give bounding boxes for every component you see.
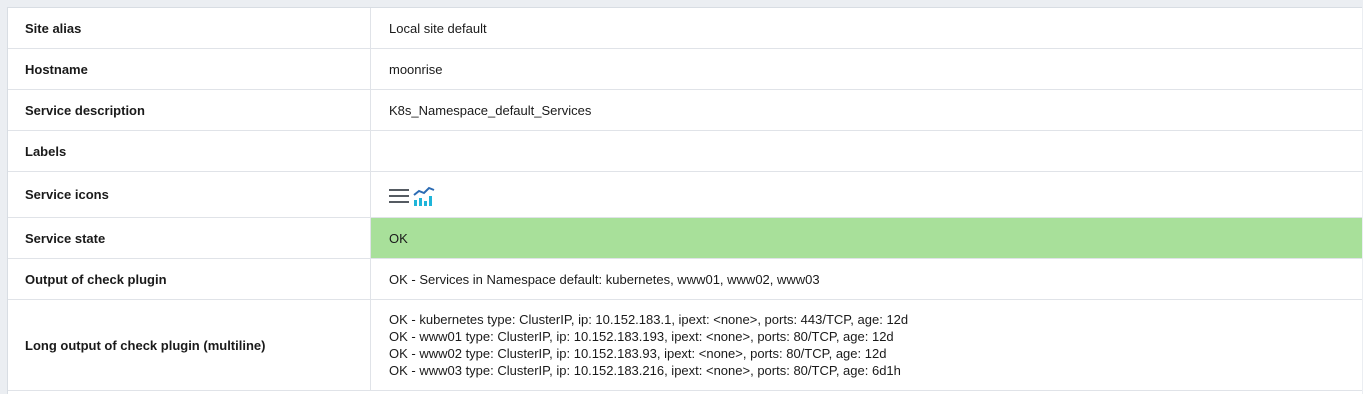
service-description-value[interactable]: K8s_Namespace_default_Services <box>370 89 1362 131</box>
hostname-label: Hostname <box>8 48 371 90</box>
menu-icon[interactable] <box>389 188 409 204</box>
hostname-value[interactable]: moonrise <box>370 48 1362 90</box>
row-output: Output of check plugin OK - Services in … <box>8 258 1362 300</box>
long-output-line: OK - www02 type: ClusterIP, ip: 10.152.1… <box>389 346 887 361</box>
row-long-output: Long output of check plugin (multiline) … <box>8 299 1362 391</box>
row-hostname: Hostname moonrise <box>8 48 1362 90</box>
long-output-label: Long output of check plugin (multiline) <box>8 299 371 391</box>
long-output-value: OK - kubernetes type: ClusterIP, ip: 10.… <box>370 299 1362 391</box>
output-value: OK - Services in Namespace default: kube… <box>370 258 1362 300</box>
service-icons-value <box>370 171 1362 218</box>
site-alias-label: Site alias <box>8 8 371 49</box>
output-label: Output of check plugin <box>8 258 371 300</box>
service-state-value: OK <box>370 217 1362 259</box>
row-labels: Labels <box>8 130 1362 172</box>
row-service-description: Service description K8s_Namespace_defaul… <box>8 89 1362 131</box>
long-output-line: OK - kubernetes type: ClusterIP, ip: 10.… <box>389 312 909 327</box>
service-state-label: Service state <box>8 217 371 259</box>
labels-label: Labels <box>8 130 371 172</box>
site-alias-value: Local site default <box>370 8 1362 49</box>
graph-icon[interactable] <box>413 186 435 206</box>
long-output-line: OK - www03 type: ClusterIP, ip: 10.152.1… <box>389 363 901 378</box>
service-description-label: Service description <box>8 89 371 131</box>
row-service-state: Service state OK <box>8 217 1362 259</box>
service-icons-label: Service icons <box>8 171 371 218</box>
long-output-line: OK - www01 type: ClusterIP, ip: 10.152.1… <box>389 329 894 344</box>
service-info-panel: Site alias Local site default Hostname m… <box>7 7 1362 394</box>
labels-value <box>370 130 1362 172</box>
row-service-icons: Service icons <box>8 171 1362 218</box>
row-site-alias: Site alias Local site default <box>8 8 1362 49</box>
service-info-table: Site alias Local site default Hostname m… <box>8 8 1362 391</box>
